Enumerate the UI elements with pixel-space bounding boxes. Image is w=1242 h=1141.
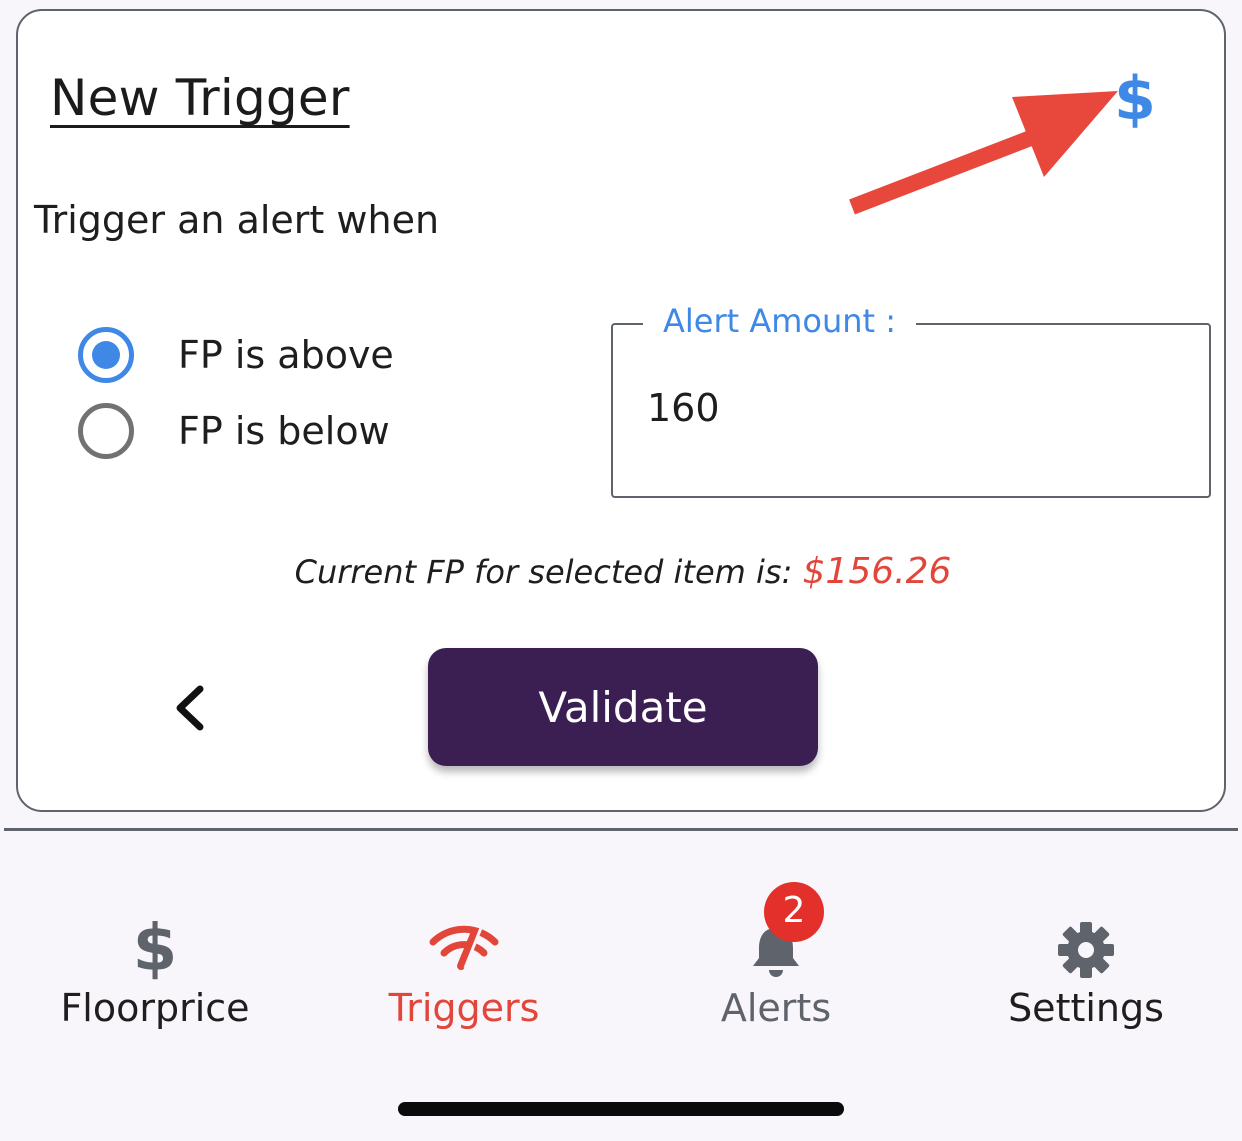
radio-selected-icon[interactable] — [78, 327, 134, 383]
page-title: New Trigger — [50, 69, 350, 127]
svg-text:$: $ — [133, 914, 177, 980]
alert-amount-label: Alert Amount : — [643, 301, 917, 341]
radio-unselected-icon[interactable] — [78, 403, 134, 459]
radio-fp-below[interactable]: FP is below — [78, 403, 390, 459]
dollar-icon: $ — [133, 914, 177, 980]
tab-floorprice[interactable]: $ Floorprice — [5, 832, 305, 1052]
validate-button[interactable]: Validate — [428, 648, 818, 766]
dollar-icon[interactable]: $ — [1112, 67, 1158, 129]
app-screen: New Trigger $ Trigger an alert when FP i… — [0, 0, 1242, 1141]
current-fp-price: $156.26 — [802, 551, 952, 592]
back-chevron-icon[interactable] — [168, 683, 212, 733]
tab-triggers[interactable]: Triggers — [314, 832, 614, 1052]
tabbar-divider — [4, 828, 1238, 831]
alert-amount-input[interactable] — [647, 383, 1167, 433]
bottom-tab-bar: $ Floorprice Triggers 2 Alerts Settings — [0, 832, 1242, 1141]
alert-amount-field[interactable]: Alert Amount : — [611, 301, 1211, 498]
home-indicator — [398, 1102, 844, 1116]
current-fp-text: Current FP for selected item is: $156.26 — [18, 551, 1228, 592]
radio-fp-above[interactable]: FP is above — [78, 327, 394, 383]
tab-label-alerts: Alerts — [720, 986, 832, 1030]
trigger-subtitle: Trigger an alert when — [34, 198, 440, 242]
tab-alerts[interactable]: 2 Alerts — [626, 832, 926, 1052]
gear-icon — [1058, 922, 1114, 978]
tab-label-floorprice: Floorprice — [60, 986, 250, 1030]
tab-label-triggers: Triggers — [388, 986, 540, 1030]
radio-label-above: FP is above — [178, 333, 394, 377]
current-fp-label: Current FP for selected item is: — [294, 553, 803, 591]
tab-settings[interactable]: Settings — [936, 832, 1236, 1052]
new-trigger-card: New Trigger $ Trigger an alert when FP i… — [16, 9, 1226, 812]
radio-label-below: FP is below — [178, 409, 390, 453]
alerts-badge: 2 — [764, 882, 824, 942]
tab-label-settings: Settings — [1008, 986, 1164, 1030]
triggers-icon — [429, 925, 499, 970]
svg-text:$: $ — [1114, 67, 1156, 129]
